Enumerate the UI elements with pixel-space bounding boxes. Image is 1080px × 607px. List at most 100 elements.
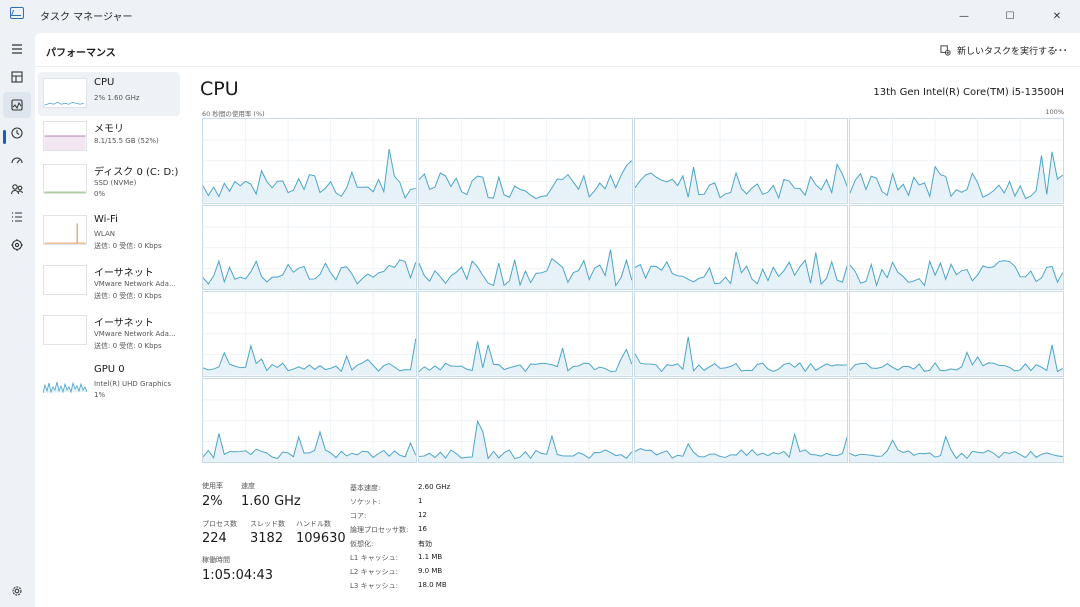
usage-label: 使用率 bbox=[202, 482, 223, 490]
spec-value: 2.60 GHz bbox=[418, 483, 451, 491]
processes-value: 224 bbox=[202, 531, 227, 546]
resource-ethernet-2[interactable]: イーサネット VMware Network Ada... 送信: 0 受信: 0… bbox=[38, 309, 180, 353]
logical-processor-graph bbox=[417, 204, 633, 290]
resource-disk[interactable]: ディスク 0 (C: D:) SSD (NVMe) 0% bbox=[38, 158, 180, 202]
spec-label: ソケット: bbox=[350, 498, 381, 506]
logical-processor-graph bbox=[849, 204, 1064, 290]
cpu-thumbnail-graph bbox=[43, 78, 87, 108]
memory-thumbnail-graph bbox=[43, 121, 87, 151]
menu-icon[interactable] bbox=[0, 36, 34, 62]
ethernet-thumbnail-graph bbox=[43, 315, 87, 345]
spec-value: 16 bbox=[418, 525, 427, 533]
threads-value: 3182 bbox=[250, 531, 284, 546]
uptime-value: 1:05:04:43 bbox=[202, 568, 274, 583]
run-task-label: 新しいタスクを実行する bbox=[957, 46, 1057, 57]
page-header: パフォーマンス 新しいタスクを実行する … bbox=[35, 33, 1080, 67]
app-history-icon[interactable] bbox=[0, 120, 34, 146]
resource-detail: WLAN bbox=[94, 230, 116, 238]
spec-value: 18.0 MB bbox=[418, 581, 447, 589]
handles-value: 109630 bbox=[296, 531, 346, 546]
speed-value: 1.60 GHz bbox=[241, 494, 301, 509]
spec-label: 論理プロセッサ数: bbox=[350, 526, 409, 534]
main-panel: パフォーマンス 新しいタスクを実行する … CPU 2% 1.60 GHz メモ… bbox=[35, 33, 1080, 607]
processes-icon[interactable] bbox=[0, 64, 34, 90]
logical-processor-graph bbox=[417, 291, 633, 377]
spec-label: L2 キャッシュ: bbox=[350, 568, 398, 576]
resource-detail: 0% bbox=[94, 190, 106, 198]
resource-wifi[interactable]: Wi-Fi WLAN 送信: 0 受信: 0 Kbps bbox=[38, 209, 180, 253]
resource-name: イーサネット bbox=[94, 318, 154, 329]
run-new-task-button[interactable]: 新しいタスクを実行する bbox=[940, 40, 1056, 60]
cpu-model: 13th Gen Intel(R) Core(TM) i5-13500H bbox=[873, 87, 1064, 98]
minimize-button[interactable]: — bbox=[941, 0, 987, 32]
usage-value: 2% bbox=[202, 494, 223, 509]
details-icon[interactable] bbox=[0, 204, 34, 230]
resource-name: イーサネット bbox=[94, 268, 154, 279]
resource-ethernet-1[interactable]: イーサネット VMware Network Ada... 送信: 0 受信: 0… bbox=[38, 259, 180, 303]
resource-detail: Intel(R) UHD Graphics bbox=[94, 380, 171, 388]
usage-axis-label: 60 秒間の使用率 (%) bbox=[202, 110, 265, 118]
more-options-button[interactable]: … bbox=[1050, 38, 1072, 60]
resource-name: ディスク 0 (C: D:) bbox=[94, 167, 179, 178]
cpu-heading: CPU bbox=[200, 78, 239, 100]
speed-label: 速度 bbox=[241, 482, 255, 490]
resource-detail: 2% 1.60 GHz bbox=[94, 94, 140, 102]
resource-detail: VMware Network Ada... bbox=[94, 280, 176, 288]
logical-processor-graph bbox=[849, 118, 1064, 204]
threads-label: スレッド数 bbox=[250, 520, 285, 528]
logical-processor-graph bbox=[202, 118, 417, 204]
navigation-rail bbox=[0, 32, 34, 607]
resource-detail: 送信: 0 受信: 0 Kbps bbox=[94, 292, 162, 300]
spec-value: 1.1 MB bbox=[418, 553, 443, 561]
resource-memory[interactable]: メモリ 8.1/15.5 GB (52%) bbox=[38, 115, 180, 159]
settings-icon[interactable] bbox=[0, 578, 34, 604]
spec-value: 12 bbox=[418, 511, 427, 519]
resource-cpu[interactable]: CPU 2% 1.60 GHz bbox=[38, 72, 180, 116]
spec-label: L3 キャッシュ: bbox=[350, 582, 398, 590]
logical-processor-graph bbox=[849, 291, 1064, 377]
ethernet-thumbnail-graph bbox=[43, 265, 87, 295]
uptime-label: 稼働時間 bbox=[202, 556, 230, 564]
resource-gpu[interactable]: GPU 0 Intel(R) UHD Graphics 1% bbox=[38, 359, 180, 403]
processes-label: プロセス数 bbox=[202, 520, 237, 528]
run-task-icon bbox=[940, 44, 951, 56]
wifi-thumbnail-graph bbox=[43, 215, 87, 245]
resource-name: CPU bbox=[94, 77, 115, 88]
startup-apps-icon[interactable] bbox=[0, 148, 34, 174]
users-icon[interactable] bbox=[0, 176, 34, 202]
resource-detail: SSD (NVMe) bbox=[94, 179, 137, 187]
spec-label: 基本速度: bbox=[350, 484, 381, 492]
logical-processor-graph bbox=[202, 204, 417, 290]
spec-label: 仮想化: bbox=[350, 540, 374, 548]
title-bar: タスク マネージャー — ☐ ✕ bbox=[0, 0, 1080, 32]
maximize-button[interactable]: ☐ bbox=[987, 0, 1033, 32]
performance-icon[interactable] bbox=[3, 92, 31, 118]
logical-processor-graph bbox=[417, 118, 633, 204]
spec-value: 9.0 MB bbox=[418, 567, 443, 575]
resource-detail: VMware Network Ada... bbox=[94, 330, 176, 338]
services-icon[interactable] bbox=[0, 232, 34, 258]
logical-processor-graph bbox=[633, 377, 849, 463]
resource-name: Wi-Fi bbox=[94, 214, 118, 225]
logical-processor-graph bbox=[633, 291, 849, 377]
spec-label: コア: bbox=[350, 512, 367, 520]
window-title: タスク マネージャー bbox=[40, 12, 133, 23]
close-button[interactable]: ✕ bbox=[1034, 0, 1080, 32]
spec-value: 有効 bbox=[418, 540, 432, 548]
handles-label: ハンドル数 bbox=[296, 520, 331, 528]
task-manager-icon bbox=[10, 7, 24, 19]
resource-detail: 送信: 0 受信: 0 Kbps bbox=[94, 342, 162, 350]
logical-processor-graph bbox=[849, 377, 1064, 463]
logical-processor-graph bbox=[417, 377, 633, 463]
logical-processor-graph bbox=[633, 118, 849, 204]
spec-label: L1 キャッシュ: bbox=[350, 554, 398, 562]
usage-axis-max: 100% bbox=[1045, 108, 1064, 116]
gpu-thumbnail-graph bbox=[42, 365, 88, 395]
logical-processor-graph bbox=[202, 291, 417, 377]
logical-processor-graph bbox=[633, 204, 849, 290]
page-title: パフォーマンス bbox=[46, 48, 116, 59]
resource-name: GPU 0 bbox=[94, 364, 125, 375]
resource-detail: 送信: 0 受信: 0 Kbps bbox=[94, 242, 162, 250]
logical-processor-graph bbox=[202, 377, 417, 463]
resource-detail: 8.1/15.5 GB (52%) bbox=[94, 137, 159, 145]
